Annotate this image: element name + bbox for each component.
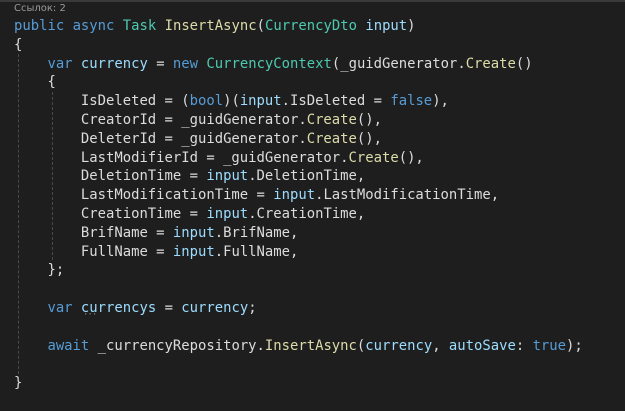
- code-token: input: [273, 187, 316, 204]
- code-line[interactable]: var currency = new CurrencyContext(_guid…: [14, 55, 583, 74]
- code-token: FullName =: [14, 243, 173, 260]
- code-token: (),: [398, 149, 424, 166]
- code-token: .DeletionTime,: [248, 168, 366, 185]
- code-token: autoSave: [448, 337, 516, 354]
- code-token: InsertAsync: [264, 337, 357, 354]
- code-line[interactable]: [14, 355, 583, 374]
- code-token: .CreationTime,: [248, 205, 366, 222]
- code-token: async: [72, 18, 115, 34]
- code-token: IsDeleted = (: [14, 93, 190, 110]
- code-token: );: [566, 337, 583, 354]
- code-token: Create: [348, 149, 399, 166]
- code-token: BrifName =: [14, 224, 173, 241]
- code-token: )(: [223, 93, 240, 110]
- code-token: ,: [432, 337, 449, 354]
- code-token: _currencyRepository.: [89, 337, 265, 354]
- code-token: CurrencyContext: [206, 55, 332, 72]
- code-token: (: [331, 55, 341, 72]
- code-token: DeletionTime =: [14, 168, 207, 185]
- code-token: DeleterId = _guidGenerator.: [14, 130, 307, 147]
- code-token: currency: [80, 55, 148, 72]
- code-line[interactable]: CreatorId = _guidGenerator.Create(),: [14, 111, 583, 130]
- code-token: (: [256, 18, 265, 34]
- code-token: LastModificationTime =: [14, 187, 274, 204]
- code-lens-references[interactable]: Ссылок: 2: [14, 3, 66, 14]
- code-token: ),: [432, 93, 449, 110]
- code-token: var: [47, 55, 73, 72]
- code-token: true: [532, 337, 567, 354]
- code-token: {: [14, 74, 56, 91]
- code-token: input: [365, 18, 408, 34]
- code-token: bool: [189, 93, 224, 110]
- code-line[interactable]: }: [14, 374, 583, 393]
- code-token: :: [515, 337, 533, 354]
- code-token: LastModifierId = _guidGenerator.: [14, 149, 349, 166]
- code-token: currencys: [80, 299, 157, 316]
- code-token: =: [147, 55, 173, 72]
- code-token: new: [172, 55, 199, 72]
- code-token: false: [390, 93, 433, 110]
- code-token: ;: [248, 299, 257, 316]
- code-token: }: [14, 375, 23, 392]
- code-token: Task: [122, 18, 157, 34]
- code-token: };: [14, 262, 65, 279]
- code-token: .FullName,: [214, 243, 299, 260]
- code-editor[interactable]: public async Task InsertAsync(CurrencyDt…: [14, 17, 583, 393]
- code-token: .: [457, 55, 466, 72]
- code-token: input: [206, 205, 249, 222]
- code-token: input: [206, 168, 249, 185]
- code-line[interactable]: [14, 318, 583, 337]
- code-token: input: [239, 93, 282, 110]
- code-line[interactable]: {: [14, 36, 583, 55]
- code-line[interactable]: LastModificationTime = input.LastModific…: [14, 186, 583, 205]
- code-token: CurrencyDto: [264, 18, 357, 34]
- code-token: Create: [306, 130, 357, 147]
- code-line[interactable]: LastModifierId = _guidGenerator.Create()…: [14, 149, 583, 168]
- code-token: =: [156, 299, 182, 316]
- code-token: await: [47, 337, 90, 354]
- code-token: {: [14, 36, 23, 53]
- code-line[interactable]: BrifName = input.BrifName,: [14, 224, 583, 243]
- code-token: Create: [465, 55, 516, 72]
- code-line[interactable]: CreationTime = input.CreationTime,: [14, 205, 583, 224]
- code-line[interactable]: {: [14, 73, 583, 92]
- code-line[interactable]: DeleterId = _guidGenerator.Create(),: [14, 130, 583, 149]
- code-token: CreationTime =: [14, 205, 207, 222]
- code-line[interactable]: var currencys = currency;: [14, 299, 583, 318]
- code-token: var: [47, 299, 73, 316]
- code-line[interactable]: FullName = input.FullName,: [14, 243, 583, 262]
- code-token: (),: [356, 130, 382, 147]
- code-token: currency: [365, 337, 433, 354]
- code-token: CreatorId = _guidGenerator.: [14, 111, 307, 128]
- code-token: (): [515, 55, 533, 72]
- code-token: .IsDeleted =: [281, 93, 391, 110]
- code-token: Create: [306, 111, 357, 128]
- code-line[interactable]: };: [14, 261, 583, 280]
- code-token: .BrifName,: [214, 224, 299, 241]
- code-token: input: [172, 224, 215, 241]
- code-token: InsertAsync: [164, 18, 257, 34]
- code-token: currency: [181, 299, 249, 316]
- code-line[interactable]: public async Task InsertAsync(CurrencyDt…: [14, 17, 583, 36]
- code-token: public: [14, 18, 65, 34]
- code-token: ): [407, 18, 416, 34]
- code-token: _guidGenerator: [340, 55, 458, 72]
- code-line[interactable]: [14, 280, 583, 299]
- code-line[interactable]: await _currencyRepository.InsertAsync(cu…: [14, 337, 583, 356]
- code-token: .LastModificationTime,: [315, 187, 500, 204]
- code-token: (),: [356, 111, 382, 128]
- code-line[interactable]: DeletionTime = input.DeletionTime,: [14, 167, 583, 186]
- code-token: input: [172, 243, 215, 260]
- editor-top-border: [0, 0, 625, 2]
- code-line[interactable]: IsDeleted = (bool)(input.IsDeleted = fal…: [14, 92, 583, 111]
